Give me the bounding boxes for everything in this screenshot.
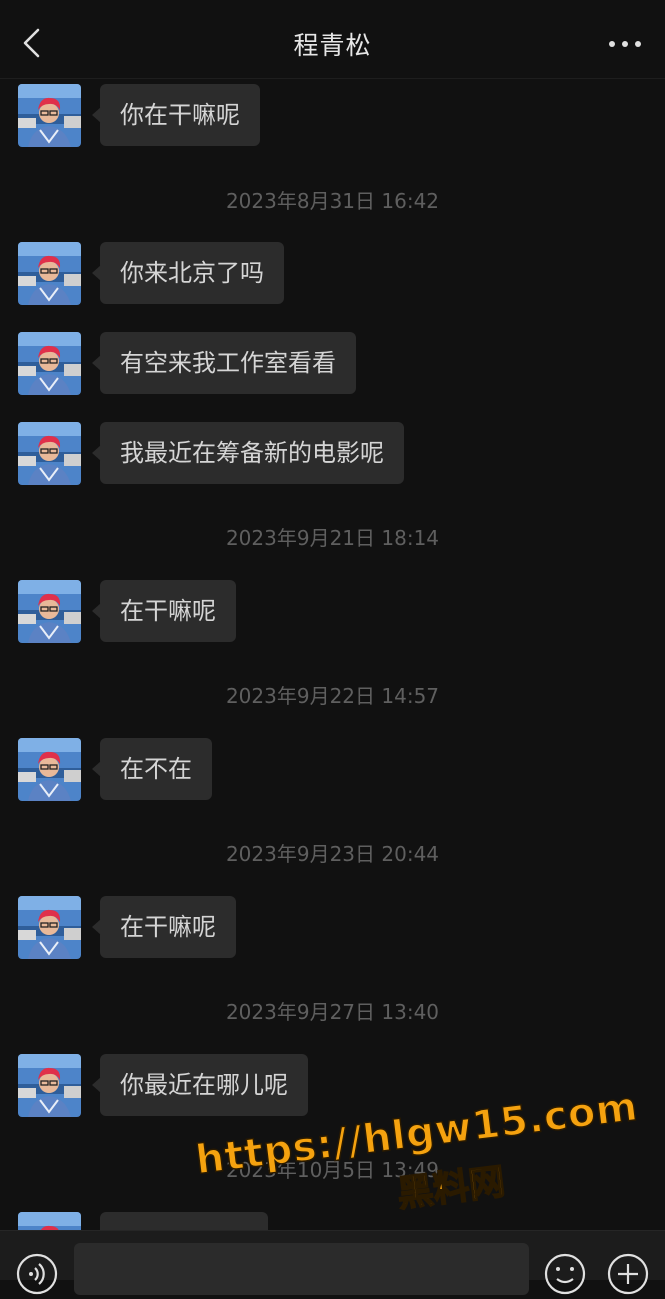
plus-icon	[607, 1253, 649, 1295]
message-bubble[interactable]: 在不在	[92, 738, 212, 800]
voice-icon	[16, 1253, 58, 1295]
more-button[interactable]	[605, 28, 645, 58]
plus-button[interactable]	[607, 1253, 649, 1295]
avatar[interactable]	[18, 1212, 81, 1230]
timestamp: 2023年9月22日 14:57	[225, 684, 440, 708]
message-bubble[interactable]: 在干嘛呢	[92, 580, 236, 642]
message-row: 在干嘛呢	[0, 896, 665, 960]
more-dots-icon	[609, 41, 615, 47]
message-row	[0, 1212, 665, 1230]
emoji-button[interactable]	[544, 1253, 586, 1295]
message-row: 你来北京了吗	[0, 242, 665, 306]
message-bubble[interactable]: 我最近在筹备新的电影呢	[92, 422, 404, 484]
message-bubble[interactable]: 有空来我工作室看看	[92, 332, 356, 394]
message-bubble[interactable]: 你在干嘛呢	[92, 84, 260, 146]
avatar[interactable]	[18, 422, 81, 485]
input-bar	[0, 1230, 665, 1295]
emoji-icon	[544, 1253, 586, 1295]
message-bubble[interactable]	[100, 1212, 268, 1230]
message-list[interactable]: 你在干嘛呢 2023年8月31日 16:42 你来北京了吗有空来我工作室看看 我最近在…	[0, 0, 665, 1230]
message-row: 在干嘛呢	[0, 580, 665, 644]
message-input[interactable]	[74, 1243, 529, 1295]
avatar[interactable]	[18, 242, 81, 305]
avatar[interactable]	[18, 1054, 81, 1117]
message-row: 在不在	[0, 738, 665, 802]
message-bubble[interactable]: 你来北京了吗	[92, 242, 284, 304]
avatar[interactable]	[18, 84, 81, 147]
avatar[interactable]	[18, 896, 81, 959]
timestamp: 2023年9月23日 20:44	[225, 842, 440, 866]
message-row: 你最近在哪儿呢	[0, 1054, 665, 1118]
avatar[interactable]	[18, 332, 81, 395]
timestamp: 2023年10月5日 13:49	[225, 1158, 440, 1182]
chat-title: 程青松	[293, 31, 372, 60]
message-row: 你在干嘛呢	[0, 84, 665, 148]
timestamp: 2023年8月31日 16:42	[225, 189, 440, 213]
message-row: 我最近在筹备新的电影呢	[0, 422, 665, 486]
avatar[interactable]	[18, 580, 81, 643]
voice-button[interactable]	[16, 1253, 58, 1295]
timestamp: 2023年9月21日 18:14	[225, 526, 440, 550]
avatar[interactable]	[18, 738, 81, 801]
message-row: 有空来我工作室看看	[0, 332, 665, 396]
message-bubble[interactable]: 在干嘛呢	[92, 896, 236, 958]
timestamp: 2023年9月27日 13:40	[225, 1000, 440, 1024]
chat-header: 程青松	[0, 0, 665, 79]
message-bubble[interactable]: 你最近在哪儿呢	[92, 1054, 308, 1116]
